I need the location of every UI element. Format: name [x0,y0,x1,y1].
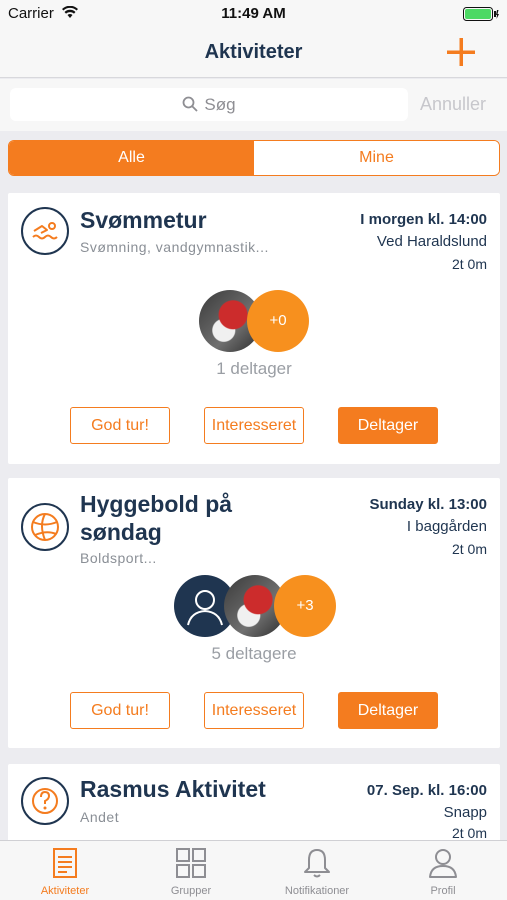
activity-title-line-1: Hyggebold på [80,491,233,517]
tab-notifikationer[interactable]: Notifikationer [254,841,380,900]
activity-category: Svømning, vandgymnastik... [80,239,269,255]
interested-button[interactable]: Interesseret [204,692,304,729]
activity-title: Rasmus Aktivitet [80,776,266,802]
activity-duration: 2t 0m [451,541,487,557]
tab-bar: Aktiviteter Grupper Notifikationer Profi… [0,840,507,900]
good-trip-button[interactable]: God tur! [70,692,170,729]
join-button[interactable]: Deltager [338,407,438,444]
extra-participants-badge: +3 [274,575,336,637]
tab-label: Grupper [170,885,212,897]
swimmer-icon [21,207,69,255]
segment-all[interactable]: Alle [9,141,254,175]
search-icon [183,96,199,112]
add-activity-button[interactable] [445,36,477,68]
participant-count: 5 deltagere [211,644,297,663]
tab-label: Profil [430,885,456,897]
activity-title-line-2: søndag [80,519,162,545]
activity-card[interactable]: Svømmetur Svømning, vandgymnastik... I m… [8,193,500,464]
tab-aktiviteter[interactable]: Aktiviteter [2,841,128,900]
activity-category: Andet [80,809,120,825]
activity-location: I baggården [406,518,487,535]
activity-location: Snapp [443,804,487,821]
participant-avatars[interactable]: +3 [174,575,336,637]
tab-grupper[interactable]: Grupper [128,841,254,900]
participant-count: 1 deltager [216,359,292,378]
grid-icon [176,848,206,878]
activity-card[interactable]: Rasmus Aktivitet Andet 07. Sep. kl. 16:0… [8,764,500,841]
segment-mine[interactable]: Mine [254,141,499,175]
activity-time: 07. Sep. kl. 16:00 [366,782,487,799]
activity-card[interactable]: Hyggebold på søndag Boldsport... Sunday … [8,478,500,748]
document-icon [53,848,77,878]
status-time: 11:49 AM [221,5,286,22]
activity-time: Sunday kl. 13:00 [369,496,487,513]
tab-label: Notifikationer [284,885,350,897]
search-placeholder: Søg [204,95,236,114]
plus-icon [447,38,475,66]
good-trip-button[interactable]: God tur! [70,407,170,444]
activity-category: Boldsport... [80,550,157,566]
battery-icon [463,7,499,26]
interested-button[interactable]: Interesseret [204,407,304,444]
status-bar: Carrier 11:49 AM [0,0,507,28]
search-input[interactable]: Søg [10,88,408,121]
tab-profil[interactable]: Profil [380,841,506,900]
tab-label: Aktiviteter [40,885,90,897]
question-icon [21,777,69,825]
search-area: Søg Annuller [0,79,507,131]
activity-time: I morgen kl. 14:00 [360,211,487,228]
extra-participants-badge: +0 [247,290,309,352]
person-icon [429,849,457,878]
bell-icon [304,849,330,878]
activity-duration: 2t 0m [451,256,487,272]
volleyball-icon [21,503,69,551]
participant-avatars[interactable]: +0 [199,290,309,352]
filter-segmented-control: Alle Mine [8,140,500,176]
navigation-bar: Aktiviteter [0,28,507,78]
activity-title: Svømmetur [80,207,207,233]
page-title: Aktiviteter [204,41,303,63]
activity-location: Ved Haraldslund [376,233,487,250]
activity-duration: 2t 0m [451,825,487,841]
cancel-search-button[interactable]: Annuller [420,94,486,115]
join-button[interactable]: Deltager [338,692,438,729]
